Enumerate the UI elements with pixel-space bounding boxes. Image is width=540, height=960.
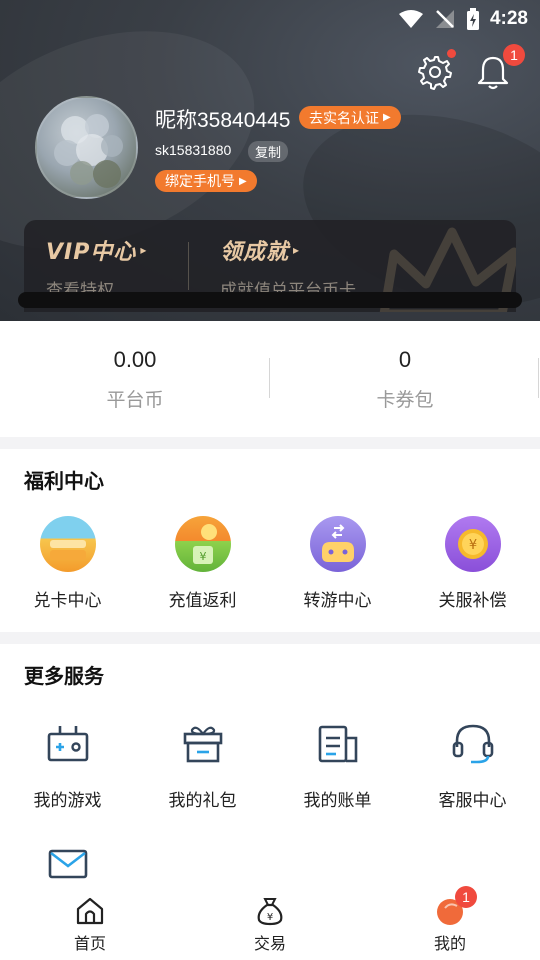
more-services-title: 更多服务 — [24, 664, 104, 688]
tab-home-label: 首页 — [73, 934, 106, 953]
home-icon — [73, 894, 107, 928]
messages-item[interactable] — [0, 844, 135, 884]
recharge-rebate-item[interactable]: ¥ 充值返利 — [135, 516, 270, 611]
tab-mine[interactable]: 1 我的 — [360, 886, 540, 960]
my-bills-item[interactable]: 我的账单 — [270, 716, 405, 811]
vip-center-title: VIP中心 — [46, 240, 137, 265]
no-signal-icon — [435, 10, 454, 28]
tab-mine-label: 我的 — [433, 934, 466, 953]
card-exchange-item[interactable]: 兑卡中心 — [0, 516, 135, 611]
svg-text:¥: ¥ — [468, 538, 476, 553]
verify-identity-button[interactable]: 去实名认证 ▶ — [299, 106, 401, 129]
welfare-center-section: 福利中心 兑卡中心 ¥ 充值返利 转游中心 ¥ 关服补偿 — [0, 449, 540, 632]
wallet-divider — [538, 358, 539, 398]
svg-text:¥: ¥ — [267, 912, 273, 923]
recharge-rebate-label: 充值返利 — [168, 591, 237, 611]
customer-service-item[interactable]: 客服中心 — [405, 716, 540, 811]
profile-icon: 1 — [433, 886, 477, 928]
wifi-icon — [398, 10, 423, 28]
welfare-center-title: 福利中心 — [24, 469, 104, 493]
achievement-title: 领成就 — [220, 240, 290, 265]
play-arrow-icon: ▶ — [383, 112, 391, 123]
money-bag-icon: ¥ — [253, 894, 287, 928]
wallet-panel: 0.00 平台币 0 卡券包 — [0, 321, 540, 437]
server-compensation-item[interactable]: ¥ 关服补偿 — [405, 516, 540, 611]
coupon-wallet-label: 卡券包 — [376, 389, 434, 411]
my-bills-label: 我的账单 — [303, 791, 372, 811]
avatar-flower-image — [54, 114, 123, 188]
notification-badge: 1 — [503, 44, 525, 66]
settings-red-dot — [447, 49, 456, 58]
mail-icon — [40, 844, 96, 884]
game-transfer-item[interactable]: 转游中心 — [270, 516, 405, 611]
customer-service-label: 客服中心 — [438, 791, 507, 811]
recharge-rebate-icon: ¥ — [174, 516, 231, 572]
copy-button[interactable]: 复制 — [248, 141, 289, 162]
chevron-right-icon: ▸ — [293, 243, 301, 257]
bind-phone-label: 绑定手机号 — [165, 174, 235, 190]
chevron-right-icon: ▸ — [140, 243, 148, 257]
server-compensation-label: 关服补偿 — [438, 591, 507, 611]
battery-icon — [466, 8, 479, 30]
platform-coin-entry[interactable]: 0.00 平台币 — [0, 321, 270, 437]
bottom-tab-bar: 首页 ¥ 交易 1 我的 — [0, 886, 540, 960]
status-bar: 4:28 — [398, 6, 528, 32]
card-exchange-label: 兑卡中心 — [33, 591, 102, 611]
my-games-item[interactable]: 我的游戏 — [0, 716, 135, 811]
bill-icon — [310, 716, 366, 772]
avatar[interactable] — [35, 96, 138, 199]
bind-phone-button[interactable]: 绑定手机号 ▶ — [155, 170, 257, 192]
settings-button[interactable] — [415, 49, 456, 92]
gift-box-icon — [175, 716, 231, 772]
svg-text:¥: ¥ — [199, 550, 206, 563]
card-exchange-icon — [39, 516, 96, 572]
tab-home[interactable]: 首页 — [0, 886, 180, 960]
tab-trade[interactable]: ¥ 交易 — [180, 886, 360, 960]
gear-icon — [418, 56, 452, 90]
vip-card-base-strip — [18, 292, 522, 308]
achievement-entry[interactable]: 领成就 ▸ 成就值兑平台币卡 — [220, 234, 356, 301]
my-gifts-item[interactable]: 我的礼包 — [135, 716, 270, 811]
platform-coin-value: 0.00 — [113, 347, 157, 372]
profile-header: 4:28 1 昵称35840445 去实名认证 ▶ sk15831880 复制 … — [0, 0, 540, 321]
coupon-wallet-entry[interactable]: 0 卡券包 — [270, 321, 540, 437]
play-arrow-icon: ▶ — [239, 175, 247, 187]
my-gifts-label: 我的礼包 — [168, 791, 237, 811]
game-transfer-label: 转游中心 — [303, 591, 372, 611]
server-compensation-icon: ¥ — [444, 516, 501, 572]
coupon-wallet-value: 0 — [398, 347, 412, 372]
tab-trade-label: 交易 — [253, 934, 286, 953]
headset-icon — [445, 716, 501, 772]
game-transfer-icon — [309, 516, 366, 572]
game-console-icon — [40, 716, 96, 772]
verify-identity-label: 去实名认证 — [309, 110, 379, 127]
my-games-label: 我的游戏 — [33, 791, 102, 811]
vip-divider — [188, 242, 189, 290]
notifications-button[interactable]: 1 — [473, 44, 525, 92]
account-id: sk15831880 — [155, 142, 232, 158]
nickname: 昵称35840445 — [155, 109, 291, 132]
mine-tab-badge: 1 — [455, 886, 477, 908]
platform-coin-label: 平台币 — [106, 389, 164, 411]
status-time: 4:28 — [489, 8, 528, 29]
vip-center-entry[interactable]: VIP中心 ▸ 查看特权 — [46, 234, 147, 301]
more-services-section: 更多服务 我的游戏 我的礼包 我的账单 客服中心 — [0, 644, 540, 886]
